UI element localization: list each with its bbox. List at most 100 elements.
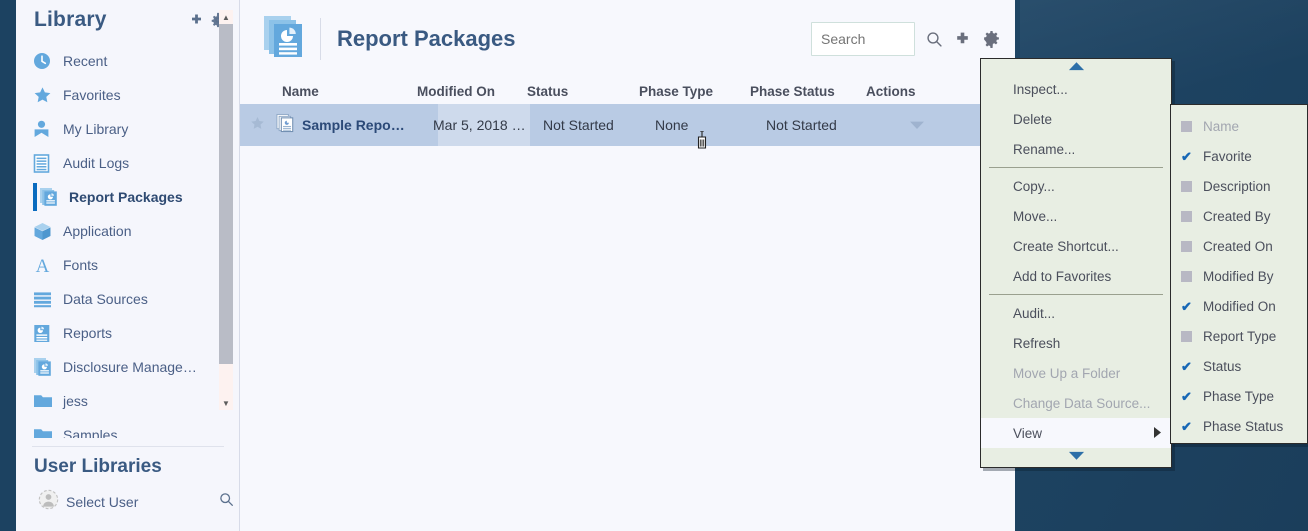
submenu-item-label: Name: [1203, 118, 1240, 134]
plus-icon[interactable]: [185, 13, 207, 28]
select-user-row[interactable]: Select User: [38, 489, 234, 515]
menu-item-add-to-favorites[interactable]: Add to Favorites: [981, 261, 1171, 291]
menu-item-view[interactable]: View: [981, 418, 1171, 448]
cube-icon: [33, 222, 63, 241]
submenu-item-modified-on[interactable]: ✔ Modified On: [1171, 291, 1307, 321]
column-header-modified-on[interactable]: Modified On: [417, 84, 527, 99]
menu-item-audit[interactable]: Audit...: [981, 298, 1171, 328]
sidebar-item-recent[interactable]: Recent: [16, 44, 240, 78]
sidebar-item-report-packages[interactable]: Report Packages: [16, 180, 240, 214]
column-header-phase-type[interactable]: Phase Type: [639, 84, 750, 99]
sidebar-item-audit-logs[interactable]: Audit Logs: [16, 146, 240, 180]
sidebar-divider: [32, 446, 224, 447]
scrollbar-thumb[interactable]: [219, 24, 233, 364]
submenu-item-status[interactable]: ✔ Status: [1171, 351, 1307, 381]
text-cursor-ibeam: [696, 130, 708, 151]
menu-scroll-up-triangle-up-icon[interactable]: [981, 59, 1171, 74]
left-rail: [0, 0, 16, 531]
menu-item-create-shortcut[interactable]: Create Shortcut...: [981, 231, 1171, 261]
menu-scroll-down-triangle-down-icon[interactable]: [981, 448, 1171, 463]
report-icon: [33, 324, 63, 343]
sidebar-item-disclosure-management[interactable]: Disclosure Manage…: [16, 350, 240, 384]
sidebar-item-reports[interactable]: Reports: [16, 316, 240, 350]
submenu-item-description[interactable]: Description: [1171, 171, 1307, 201]
submenu-item-modified-by[interactable]: Modified By: [1171, 261, 1307, 291]
avatar-icon: [38, 489, 59, 515]
menu-item-copy[interactable]: Copy...: [981, 171, 1171, 201]
menu-item-move[interactable]: Move...: [981, 201, 1171, 231]
menu-item-label: Add to Favorites: [1013, 268, 1112, 284]
menu-item-label: Delete: [1013, 111, 1053, 127]
sidebar-item-jess[interactable]: jess: [16, 384, 240, 418]
column-header-name[interactable]: Name: [282, 84, 417, 99]
report-stack-icon: [39, 187, 69, 207]
checkmark-icon: ✔: [1181, 148, 1192, 164]
submenu-item-favorite[interactable]: ✔ Favorite: [1171, 141, 1307, 171]
search-icon[interactable]: [219, 492, 234, 512]
sidebar-item-data-sources[interactable]: Data Sources: [16, 282, 240, 316]
menu-item-label: Change Data Source...: [1013, 395, 1151, 411]
sidebar-item-samples[interactable]: Samples: [16, 418, 240, 438]
submenu-item-created-on[interactable]: Created On: [1171, 231, 1307, 261]
submenu-item-phase-status[interactable]: ✔ Phase Status: [1171, 411, 1307, 441]
table-row[interactable]: Sample Repo… Mar 5, 2018 … Not Started N…: [240, 104, 1015, 146]
svg-text:A: A: [36, 256, 50, 275]
star-icon: [33, 86, 63, 105]
context-menu[interactable]: Inspect... Delete Rename... Copy... Move…: [980, 58, 1172, 468]
sidebar-item-fonts[interactable]: A Fonts: [16, 248, 240, 282]
checkbox-unchecked-icon: [1181, 180, 1192, 192]
star-outline-icon[interactable]: [250, 116, 276, 135]
plus-icon[interactable]: [954, 31, 971, 48]
cell-name[interactable]: Sample Repo…: [302, 117, 425, 133]
submenu-item-label: Created On: [1203, 238, 1273, 254]
sidebar-item-label: Audit Logs: [63, 155, 130, 171]
header-separator: [320, 18, 321, 60]
row-actions-caret-down-icon[interactable]: [882, 117, 952, 133]
view-submenu[interactable]: Name ✔ Favorite Description Created By C…: [1170, 104, 1308, 444]
submenu-item-phase-type[interactable]: ✔ Phase Type: [1171, 381, 1307, 411]
checkmark-icon: ✔: [1181, 298, 1192, 314]
column-header-phase-status[interactable]: Phase Status: [750, 84, 866, 99]
sidebar-item-application[interactable]: Application: [16, 214, 240, 248]
sidebar-item-label: Recent: [63, 53, 108, 69]
cell-status: Not Started: [543, 117, 614, 133]
checkbox-unchecked-icon: [1181, 330, 1192, 342]
column-header-actions[interactable]: Actions: [866, 84, 936, 99]
folder-icon: [33, 393, 63, 409]
library-nav-list[interactable]: Recent Favorites My Library Audit Logs R…: [16, 44, 240, 438]
menu-item-refresh[interactable]: Refresh: [981, 328, 1171, 358]
library-header: Library: [16, 0, 239, 38]
menu-item-rename[interactable]: Rename...: [981, 134, 1171, 164]
menu-separator: [989, 167, 1163, 168]
cell-modified-on: Mar 5, 2018 …: [433, 117, 526, 133]
submenu-item-label: Modified On: [1203, 298, 1276, 314]
sidebar-item-label: Data Sources: [63, 291, 148, 307]
header-toolbar: [811, 22, 1015, 56]
triangle-up-icon[interactable]: ▲: [219, 10, 233, 24]
triangle-down-icon[interactable]: ▼: [219, 396, 233, 410]
submenu-item-name: Name: [1171, 111, 1307, 141]
submenu-item-report-type[interactable]: Report Type: [1171, 321, 1307, 351]
sidebar-item-label: Report Packages: [69, 189, 183, 205]
menu-item-label: Inspect...: [1013, 81, 1068, 97]
search-input[interactable]: [811, 22, 915, 56]
library-sidebar: Library Recent Favorites My Library Audi…: [16, 0, 240, 531]
column-header-status[interactable]: Status: [527, 84, 639, 99]
library-title: Library: [34, 8, 107, 31]
submenu-item-label: Created By: [1203, 208, 1271, 224]
sidebar-item-label: Favorites: [63, 87, 121, 103]
sidebar-item-label: jess: [63, 393, 88, 409]
sidebar-item-label: My Library: [63, 121, 129, 137]
sidebar-item-favorites[interactable]: Favorites: [16, 78, 240, 112]
report-stack-icon: [33, 357, 63, 377]
gear-icon[interactable]: [982, 30, 1001, 49]
sidebar-scrollbar[interactable]: ▲ ▼: [219, 10, 233, 410]
menu-item-inspect[interactable]: Inspect...: [981, 74, 1171, 104]
cell-phase-status: Not Started: [766, 117, 837, 133]
checkbox-unchecked-icon: [1181, 270, 1192, 282]
submenu-item-created-by[interactable]: Created By: [1171, 201, 1307, 231]
search-icon[interactable]: [926, 31, 943, 48]
sidebar-item-my-library[interactable]: My Library: [16, 112, 240, 146]
database-icon: [33, 291, 63, 308]
menu-item-delete[interactable]: Delete: [981, 104, 1171, 134]
